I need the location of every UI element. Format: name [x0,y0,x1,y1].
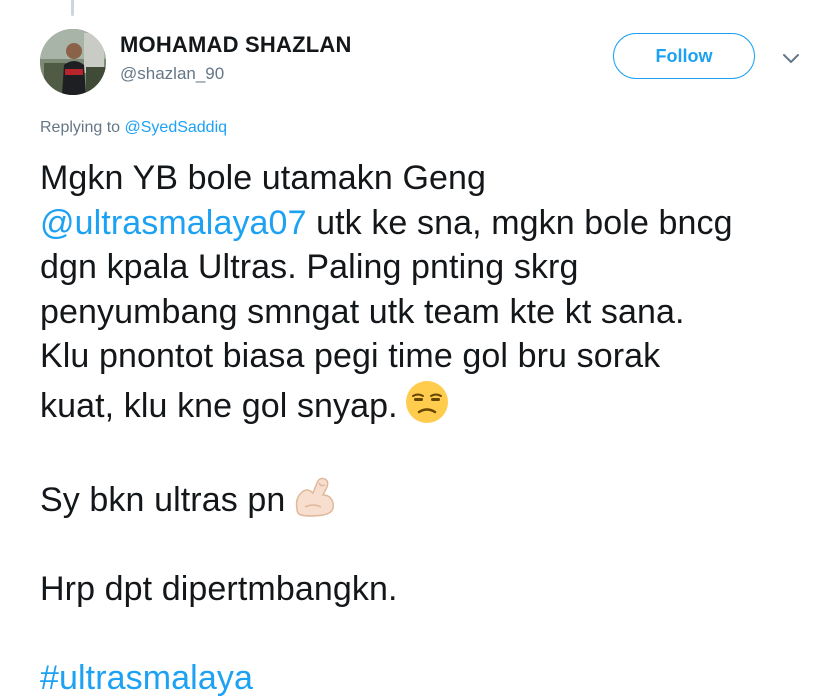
tweet-line: penyumbang smngat utk team kte kt sana. [40,290,815,335]
replying-to: Replying to @SyedSaddiq [40,119,227,137]
author-handle[interactable]: @shazlan_90 [120,64,224,84]
tweet-line-text: kuat, klu kne gol snyap. [40,387,398,425]
paragraph-spacer [40,611,815,656]
tweet-line: Mgkn YB bole utamakn Geng [40,156,815,201]
tweet-line: Hrp dpt dipertmbangkn. [40,567,815,612]
paragraph-spacer [40,428,815,473]
tweet-line: dgn kpala Ultras. Paling pnting skrg [40,245,815,290]
follow-button[interactable]: Follow [613,33,755,79]
replying-to-label: Replying to [40,119,120,136]
author-display-name[interactable]: MOHAMAD SHAZLAN [120,32,352,58]
chevron-down-icon[interactable] [779,50,803,66]
paragraph-spacer [40,522,815,567]
tweet-line: Klu pnontot biasa pegi time gol bru sora… [40,334,815,379]
tweet-text: Mgkn YB bole utamakn Geng @ultrasmalaya0… [40,156,815,700]
unamused-face-emoji [404,379,450,425]
tweet-line-text: utk ke sna, mgkn bole bncg [307,204,733,242]
avatar[interactable] [40,29,106,95]
tweet-line: Sy bkn ultras pn [40,473,815,523]
thread-connector-line [71,0,74,16]
tweet-line: kuat, klu kne gol snyap. [40,379,815,429]
tweet-line-text: Sy bkn ultras pn [40,481,285,519]
replying-to-mention-link[interactable]: @SyedSaddiq [125,119,228,136]
mention-link[interactable]: @ultrasmalaya07 [40,204,307,242]
tweet-line: @ultrasmalaya07 utk ke sna, mgkn bole bn… [40,201,815,246]
flexed-biceps-emoji [291,473,337,519]
tweet-line: #ultrasmalaya [40,656,815,700]
hashtag-link[interactable]: #ultrasmalaya [40,659,253,697]
